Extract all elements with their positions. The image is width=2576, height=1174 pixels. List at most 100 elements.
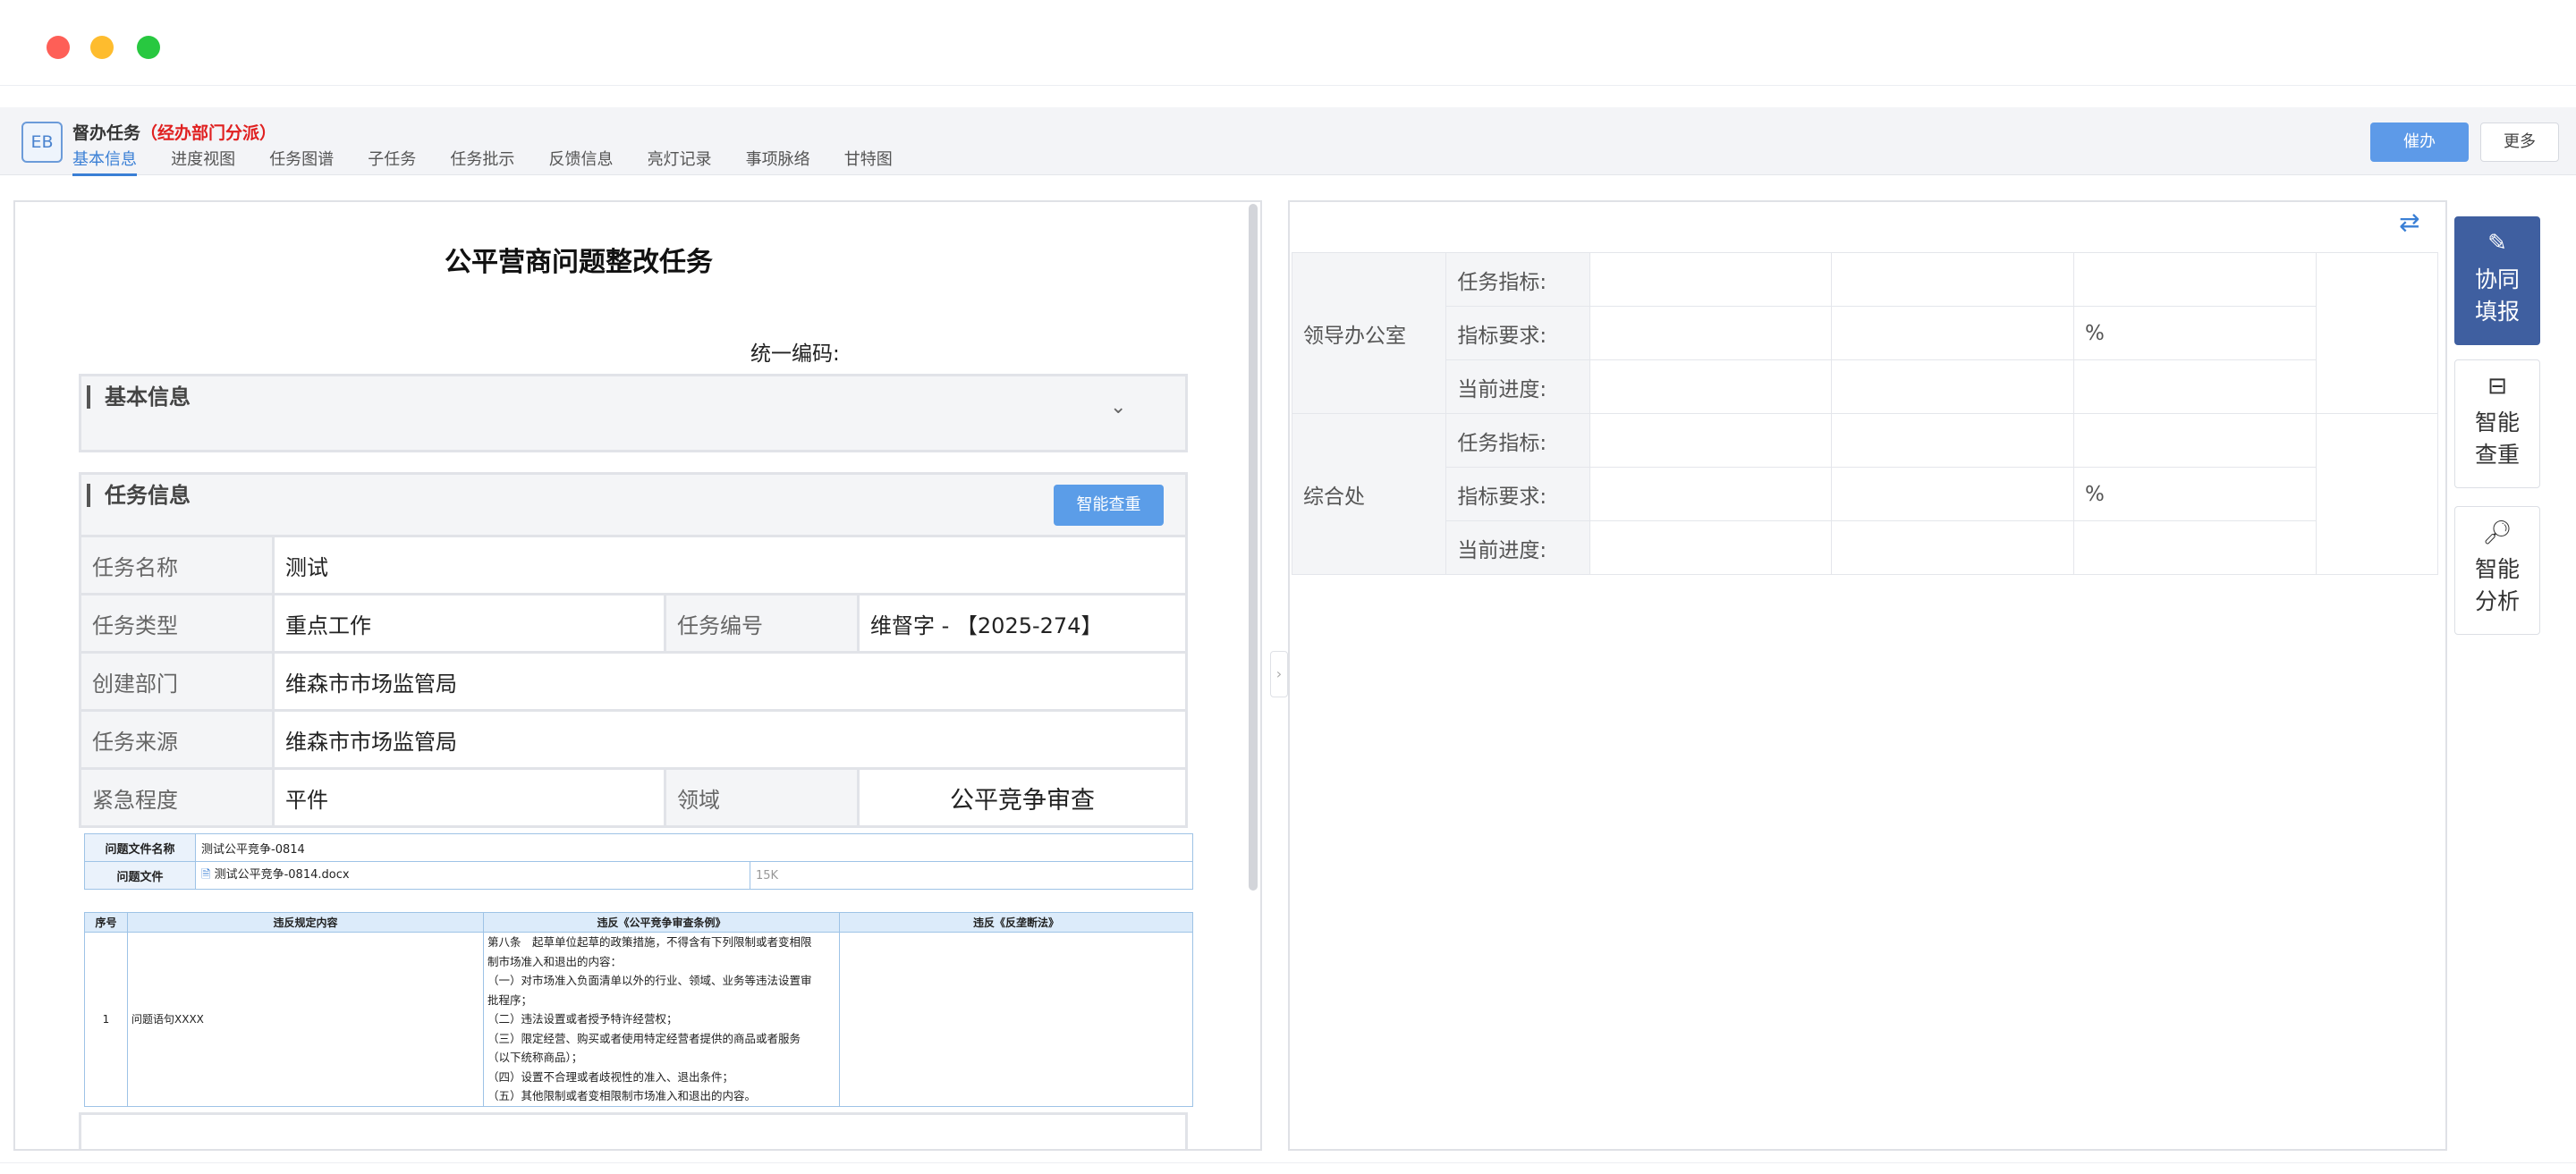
domain-label: 领域 <box>664 767 860 828</box>
tab-feedback[interactable]: 反馈信息 <box>548 147 613 173</box>
more-button[interactable]: 更多 <box>2480 122 2559 162</box>
task-info-title: 任务信息 <box>87 484 191 507</box>
app-title: 督办任务（经办部门分派） <box>72 120 276 144</box>
file-link[interactable]: 🗎 测试公平竞争-0814.docx <box>195 861 750 890</box>
table-row: 任务来源 维森市市场监管局 <box>79 709 1188 770</box>
indicator-cell[interactable] <box>1831 520 2075 575</box>
app-title-text: 督办任务 <box>72 123 141 143</box>
indicator-label: 任务指标: <box>1445 413 1590 468</box>
indicator-table: 领导办公室 任务指标: 指标要求: % 当前进度: 综合处 任务指标: 指标要求… <box>1291 252 2439 575</box>
table-row: 问题文件 🗎 测试公平竞争-0814.docx 15K <box>84 861 1193 890</box>
app-header: EB 督办任务（经办部门分派） 基本信息 进度视图 任务图谱 子任务 任务批示 … <box>0 107 2576 176</box>
table-header: 序号 违反规定内容 违反《公平竞争审查条例》 违反《反垄断法》 <box>84 912 1193 933</box>
row-index: 1 <box>84 932 128 1107</box>
indicator-cell[interactable] <box>1831 252 2075 307</box>
smart-check-button[interactable]: 智能查重 <box>1054 485 1164 526</box>
indicator-cell[interactable] <box>1831 413 2075 468</box>
dept-cell: 综合处 <box>1291 413 1447 575</box>
smart-dedupe-button[interactable]: ⊟ 智能查重 <box>2454 359 2540 488</box>
indicator-cell[interactable] <box>1589 359 1833 414</box>
expand-chevron-icon[interactable]: ⌄︎ <box>1110 396 1126 418</box>
action-sidebar: ✎ 协同填报 ⊟ 智能查重 🔎︎ 智能分析 <box>2447 200 2576 1151</box>
indicator-unit[interactable] <box>2073 359 2317 414</box>
task-type-value: 重点工作 <box>272 593 666 654</box>
indicator-cell[interactable] <box>1831 359 2075 414</box>
law-line: （三）限定经营、购买或者使用特定经营者提供的商品或者服务 <box>487 1031 801 1045</box>
tab-task-graph[interactable]: 任务图谱 <box>269 147 334 173</box>
task-name-value: 测试 <box>272 535 1188 595</box>
document-panel: 公平营商问题整改任务 统一编码: 基本信息 ⌄︎ 任务信息 智能查重 任务名称 … <box>13 200 1262 1151</box>
tab-context[interactable]: 事项脉络 <box>746 147 810 173</box>
swap-icon[interactable]: ⇄ <box>2399 207 2419 237</box>
document-title: 公平营商问题整改任务 <box>445 247 713 278</box>
task-type-label: 任务类型 <box>79 593 275 654</box>
tab-subtasks[interactable]: 子任务 <box>368 147 416 173</box>
table-row: 问题文件名称 测试公平竞争-0814 <box>84 833 1193 862</box>
app-title-tag: （经办部门分派） <box>140 123 277 143</box>
indicator-extra-cell <box>2315 413 2439 575</box>
close-window-button[interactable] <box>47 36 70 59</box>
indicator-cell[interactable] <box>1589 252 1833 307</box>
filter-icon: ⊟ <box>2487 373 2507 400</box>
indicator-unit[interactable] <box>2073 520 2317 575</box>
law-line: （二）违法设置或者授予特许经营权； <box>487 1012 678 1026</box>
indicator-unit[interactable]: % <box>2073 467 2317 521</box>
law-line: 制市场准入和退出的内容： <box>487 954 623 968</box>
smart-analysis-button[interactable]: 🔎︎ 智能分析 <box>2454 506 2540 635</box>
indicator-cell[interactable] <box>1589 306 1833 360</box>
indicator-cell[interactable] <box>1831 306 2075 360</box>
indicator-label: 指标要求: <box>1445 306 1590 360</box>
task-name-label: 任务名称 <box>79 535 275 595</box>
law-line: （四）设置不合理或者歧视性的准入、退出条件； <box>487 1069 734 1084</box>
tab-basic-info[interactable]: 基本信息 <box>72 147 137 176</box>
indicator-label: 任务指标: <box>1445 252 1590 307</box>
document-scrollbar[interactable] <box>1249 204 1258 891</box>
table-row: 任务类型 重点工作 任务编号 维督字 - 【2025-274】 <box>79 593 1188 654</box>
table-row: 创建部门 维森市市场监管局 <box>79 651 1188 712</box>
row-law-text: 第八条 起草单位起草的政策措施，不得含有下列限制或者变相限 制市场准入和退出的内… <box>483 932 840 1107</box>
law-line: 第八条 起草单位起草的政策措施，不得含有下列限制或者变相限 <box>487 935 812 949</box>
source-label: 任务来源 <box>79 709 275 770</box>
tab-light-records[interactable]: 亮灯记录 <box>648 147 712 173</box>
table-row: 指标要求: % <box>1292 306 2438 360</box>
file-label: 问题文件 <box>84 861 196 890</box>
indicator-unit[interactable] <box>2073 413 2317 468</box>
table-row: 领导办公室 任务指标: <box>1291 252 2439 414</box>
table-row: 当前进度: <box>1292 359 2438 414</box>
urge-button[interactable]: 催办 <box>2370 122 2469 162</box>
tab-task-instructions[interactable]: 任务批示 <box>450 147 514 173</box>
task-no-label: 任务编号 <box>664 593 860 654</box>
app-logo: EB <box>21 122 63 163</box>
col-index: 序号 <box>84 912 128 933</box>
problem-file-table: 问题文件名称 测试公平竞争-0814 问题文件 🗎 测试公平竞争-0814.do… <box>84 833 1193 890</box>
indicator-cell[interactable] <box>1589 467 1833 521</box>
maximize-window-button[interactable] <box>137 36 160 59</box>
indicator-unit[interactable] <box>2073 252 2317 307</box>
table-row: 任务名称 测试 <box>79 535 1188 595</box>
file-name-label: 问题文件名称 <box>84 833 196 862</box>
tab-progress-view[interactable]: 进度视图 <box>171 147 235 173</box>
dept-value: 维森市市场监管局 <box>272 651 1188 712</box>
panel-collapse-handle[interactable]: › <box>1270 651 1288 697</box>
file-name-value: 测试公平竞争-0814 <box>195 833 1193 862</box>
indicator-label: 指标要求: <box>1445 467 1590 521</box>
minimize-window-button[interactable] <box>90 36 114 59</box>
bottom-bar <box>0 1162 2576 1174</box>
indicator-cell[interactable] <box>1589 413 1833 468</box>
indicator-cell[interactable] <box>1589 520 1833 575</box>
indicator-label: 当前进度: <box>1445 520 1590 575</box>
basic-info-section[interactable]: 基本信息 ⌄︎ <box>79 374 1188 452</box>
table-row: 综合处 任务指标: <box>1291 413 2439 575</box>
indicator-cell[interactable] <box>1831 467 2075 521</box>
urgency-value: 平件 <box>272 767 666 828</box>
indicator-unit[interactable]: % <box>2073 306 2317 360</box>
law-line: （一）对市场准入负面清单以外的行业、领域、业务等违法设置审 <box>487 974 812 987</box>
urgency-label: 紧急程度 <box>79 767 275 828</box>
tab-gantt[interactable]: 甘特图 <box>844 147 893 173</box>
indicator-label: 当前进度: <box>1445 359 1590 414</box>
collab-fill-button[interactable]: ✎ 协同填报 <box>2454 216 2540 345</box>
col-content: 违反规定内容 <box>127 912 484 933</box>
indicator-panel: ⇄ 领导办公室 任务指标: 指标要求: % 当前进度: 综合处 任务指标: 指标… <box>1288 200 2447 1151</box>
col-antitrust: 违反《反垄断法》 <box>839 912 1193 933</box>
file-name: 测试公平竞争-0814.docx <box>214 868 350 882</box>
